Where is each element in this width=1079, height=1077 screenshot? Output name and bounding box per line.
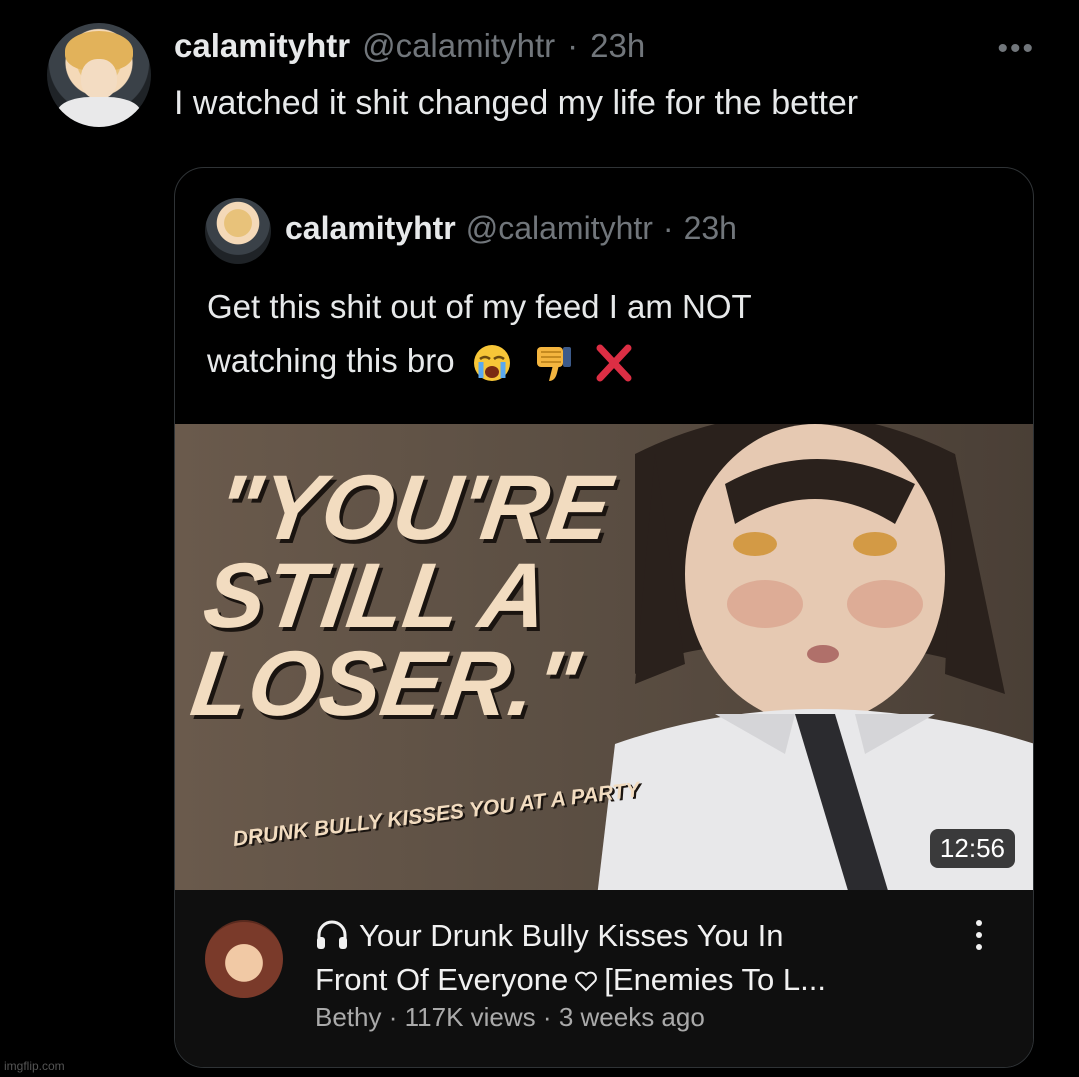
tweet-text: I watched it shit changed my life for th… xyxy=(174,84,859,122)
quoted-display-name[interactable]: calamityhtr xyxy=(285,210,456,247)
handle[interactable]: @calamityhtr xyxy=(362,27,555,65)
quoted-text-line2: watching this bro xyxy=(207,342,455,379)
quoted-separator: · xyxy=(662,210,674,246)
quoted-tweet-card[interactable]: calamityhtr @calamityhtr · 23h Get this … xyxy=(174,167,1034,1068)
thumbs-down-icon xyxy=(536,347,571,382)
headphones-icon xyxy=(317,920,347,949)
quoted-tweet-text: Get this shit out of my feed I am NOT wa… xyxy=(207,280,967,388)
video-info-bar[interactable]: Your Drunk Bully Kisses You In Front Of … xyxy=(175,890,1033,1067)
main-avatar[interactable] xyxy=(47,23,151,127)
video-metadata: Bethy · 117K views · 3 weeks ago xyxy=(315,1002,705,1033)
thumbnail-title-line: LOSER." xyxy=(185,633,586,735)
display-name[interactable]: calamityhtr xyxy=(174,27,350,65)
tweet-header: calamityhtr @calamityhtr · 23h xyxy=(174,27,645,65)
video-title[interactable]: Your Drunk Bully Kisses You In Front Of … xyxy=(315,914,955,1002)
timestamp[interactable]: 23h xyxy=(590,27,645,65)
video-thumbnail[interactable]: "YOU'RE STILL A LOSER." DRUNK BULLY KISS… xyxy=(175,424,1033,890)
thumbnail-title: "YOU'RE STILL A LOSER." xyxy=(185,457,643,735)
meta-separator: · xyxy=(388,1002,398,1032)
channel-name[interactable]: Bethy xyxy=(315,1002,382,1032)
channel-avatar[interactable] xyxy=(205,920,283,998)
quoted-handle[interactable]: @calamityhtr xyxy=(466,210,653,247)
video-duration-badge: 12:56 xyxy=(929,829,1015,868)
view-count: 117K views xyxy=(404,1002,536,1032)
thumbnail-subtitle: DRUNK BULLY KISSES YOU AT A PARTY xyxy=(231,778,641,851)
more-options-icon[interactable]: ••• xyxy=(997,32,1035,66)
loudly-crying-face-icon xyxy=(473,345,510,382)
video-title-line1: Your Drunk Bully Kisses You In xyxy=(359,918,784,953)
heart-icon xyxy=(575,971,598,992)
video-title-line2a: Front Of Everyone xyxy=(315,962,569,997)
quoted-timestamp[interactable]: 23h xyxy=(684,210,737,247)
meta-separator: · xyxy=(542,1002,552,1032)
separator: · xyxy=(567,27,579,64)
quoted-tweet-header: calamityhtr @calamityhtr · 23h xyxy=(285,210,737,247)
cross-mark-icon xyxy=(596,344,632,382)
quoted-avatar[interactable] xyxy=(205,198,271,264)
quoted-text-line1: Get this shit out of my feed I am NOT xyxy=(207,288,752,325)
upload-age: 3 weeks ago xyxy=(558,1002,705,1032)
thumbnail-title-line: "YOU'RE xyxy=(210,457,618,559)
illustration-character xyxy=(597,424,1033,890)
video-options-icon[interactable] xyxy=(975,920,983,954)
thumbnail-title-line: STILL A xyxy=(197,545,555,647)
watermark: imgflip.com xyxy=(4,1059,65,1073)
video-title-line2b: [Enemies To L... xyxy=(604,962,826,997)
